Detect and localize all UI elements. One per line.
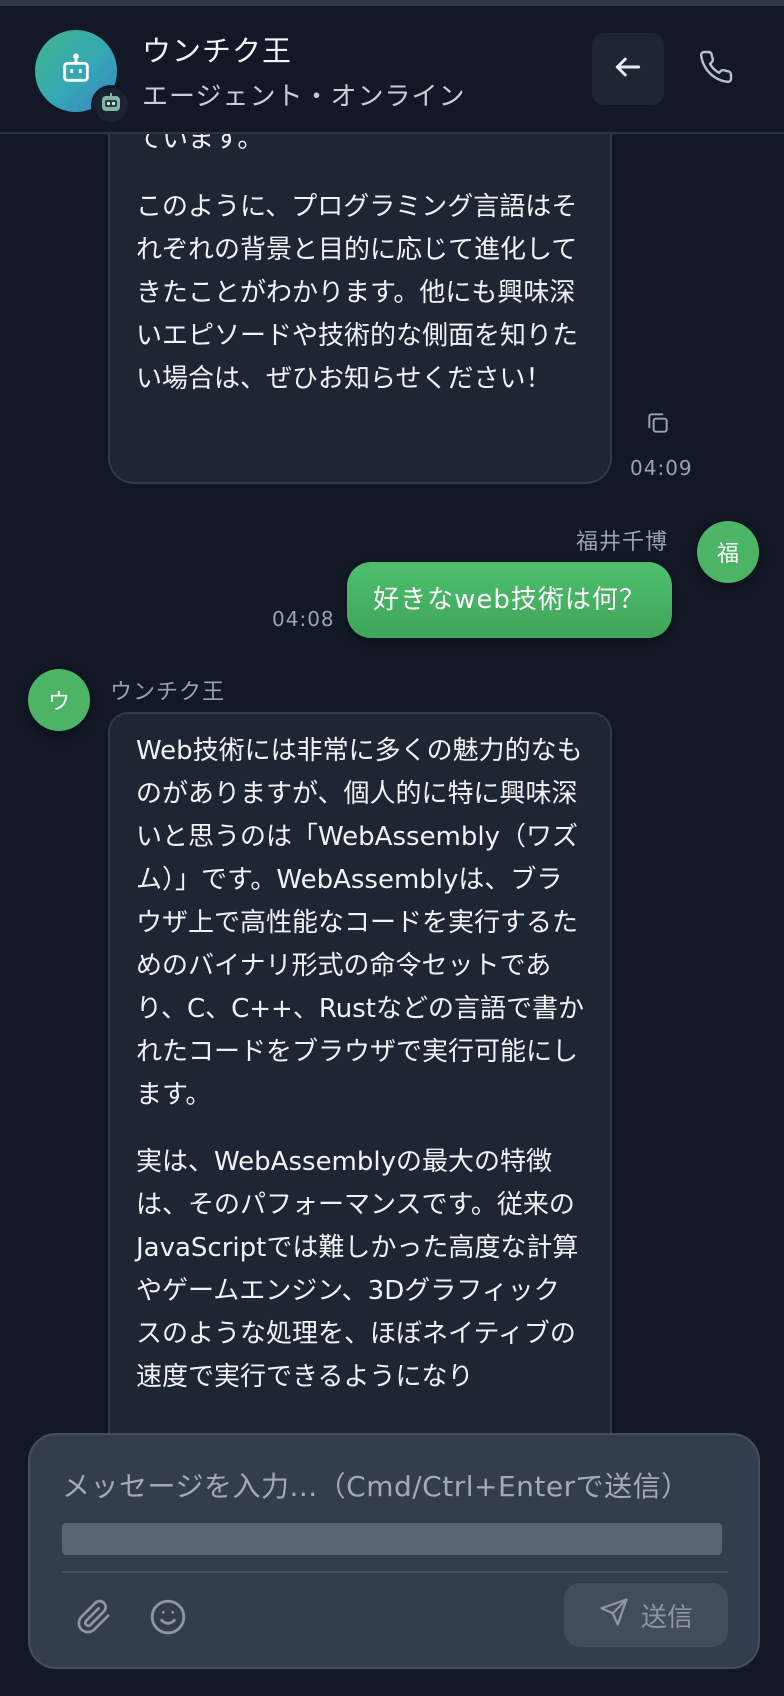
bot-message-current: Web技術には非常に多くの魅力的なものがありますが、個人的に特に興味深いと思うの… — [108, 712, 612, 1434]
message-composer: メッセージを入力...（Cmd/Ctrl+Enterで送信） 送信 — [28, 1433, 760, 1669]
chat-app: ウンチク王 エージェント・オンライン ています。 このように、プログラミング言語… — [0, 0, 784, 1696]
bot-message-previous: ています。 このように、プログラミング言語はそれぞれの背景と目的に応じて進化して… — [108, 134, 612, 484]
chat-header: ウンチク王 エージェント・オンライン — [0, 6, 784, 134]
attach-button[interactable] — [64, 1589, 124, 1649]
send-icon — [599, 1597, 629, 1634]
message-paragraph: ています。 — [136, 134, 264, 154]
robot-face-icon — [99, 91, 123, 119]
user-name: 福井千博 — [576, 530, 669, 555]
user-avatar[interactable]: 福 — [697, 521, 759, 583]
user-message: 好きなweb技術は何？ — [347, 562, 672, 638]
copy-button[interactable] — [645, 410, 671, 440]
smiley-icon — [149, 1598, 187, 1640]
back-button[interactable] — [592, 33, 664, 105]
message-paragraph: Web技術には非常に多くの魅力的なものがありますが、個人的に特に興味深いと思うの… — [136, 736, 584, 1110]
message-paragraph: このように、プログラミング言語はそれぞれの背景と目的に応じて進化してきたことがわ… — [136, 192, 579, 394]
agent-status-badge — [91, 85, 131, 125]
robot-icon — [59, 52, 93, 90]
emoji-button[interactable] — [138, 1589, 198, 1649]
send-button[interactable]: 送信 — [564, 1583, 728, 1647]
bot-avatar[interactable]: ウ — [28, 669, 90, 731]
arrow-left-icon — [612, 51, 644, 87]
call-button[interactable] — [680, 33, 752, 105]
message-input[interactable]: メッセージを入力...（Cmd/Ctrl+Enterで送信） — [62, 1465, 690, 1505]
copy-icon — [645, 413, 671, 440]
message-time: 04:09 — [630, 456, 693, 480]
input-loading-bar — [62, 1523, 722, 1555]
paperclip-icon — [76, 1599, 112, 1639]
chat-title: ウンチク王 — [142, 34, 293, 68]
bot-name: ウンチク王 — [110, 680, 226, 705]
message-list[interactable]: ています。 このように、プログラミング言語はそれぞれの背景と目的に応じて進化して… — [0, 134, 784, 1434]
message-paragraph: 実は、WebAssemblyの最大の特徴は、そのパフォーマンスです。従来のJav… — [136, 1147, 579, 1392]
message-time: 04:08 — [272, 607, 335, 631]
phone-icon — [698, 49, 734, 89]
composer-divider — [62, 1571, 728, 1573]
agent-status-text: エージェント・オンライン — [142, 82, 466, 112]
send-label: 送信 — [640, 1602, 693, 1633]
